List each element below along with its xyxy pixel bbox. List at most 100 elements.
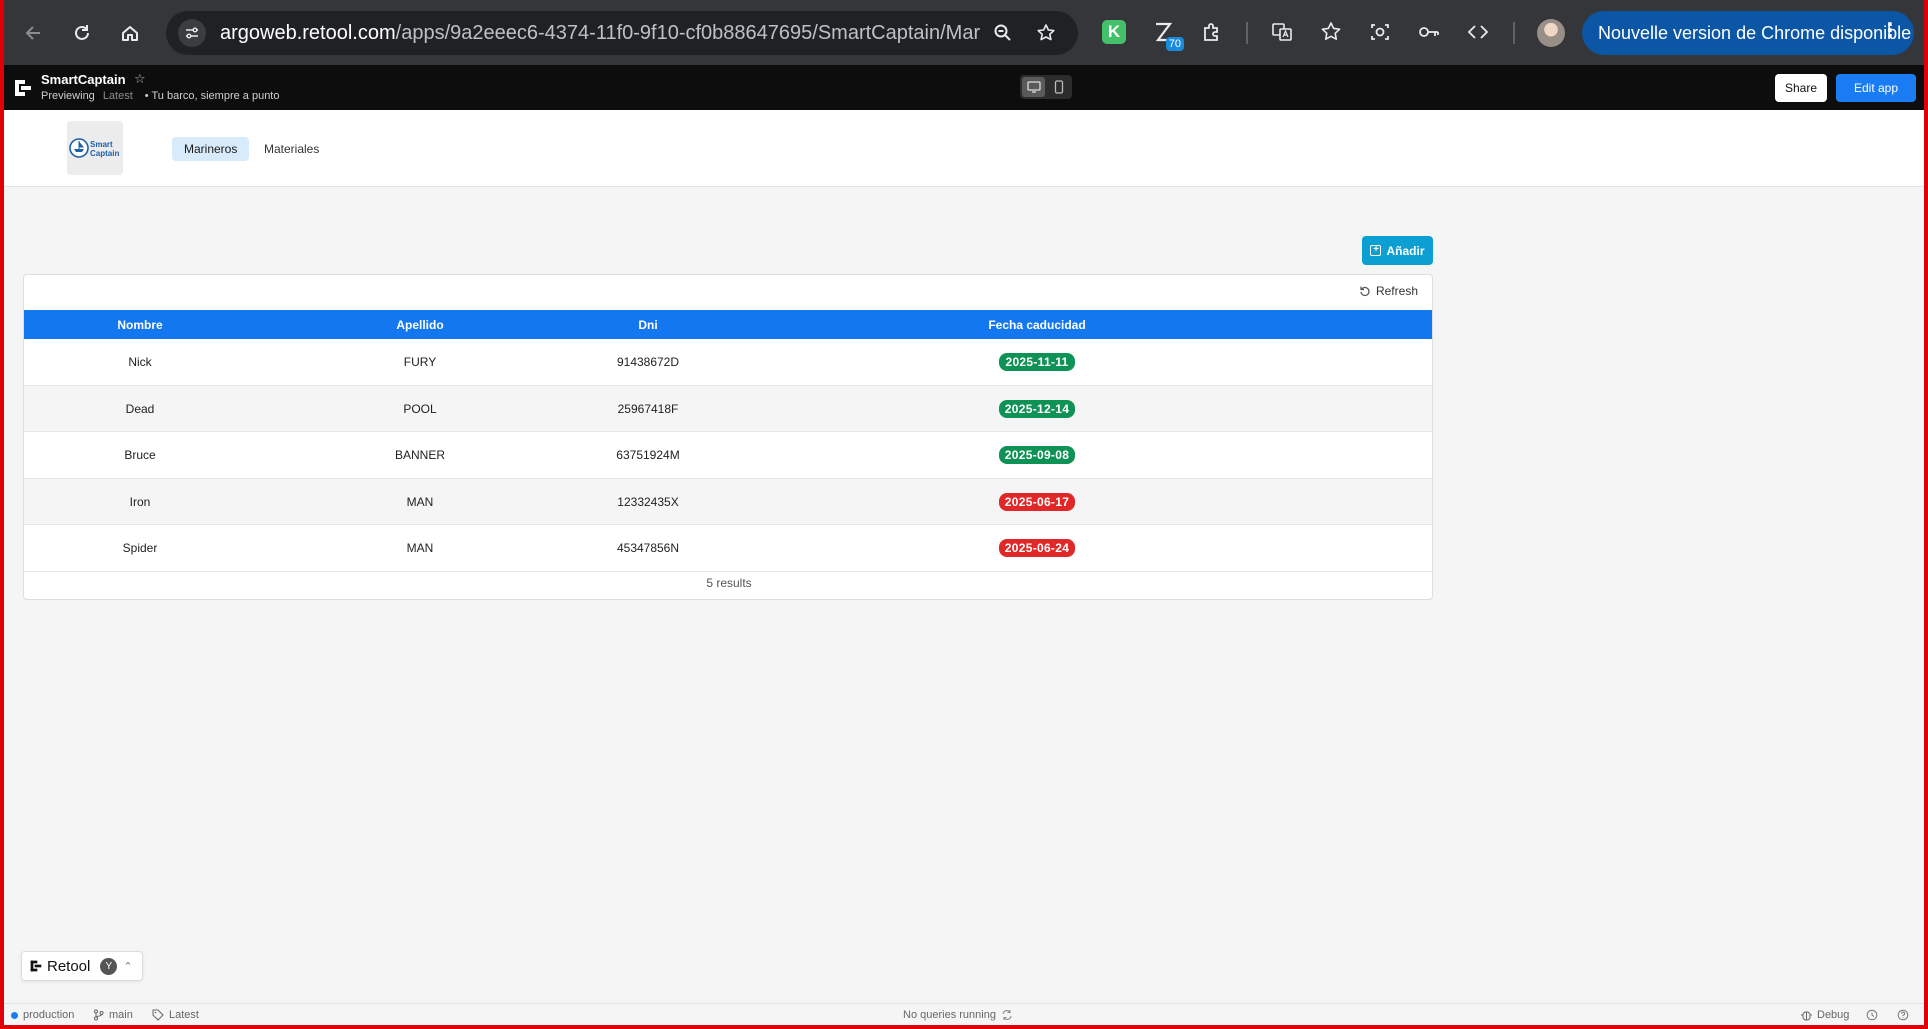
profile-avatar[interactable] bbox=[1537, 19, 1565, 47]
browser-toolbar: argoweb.retool.com/apps/9a2eeec6-4374-11… bbox=[0, 0, 1928, 65]
add-button-label: Añadir bbox=[1386, 243, 1425, 258]
cell-nombre[interactable]: Spider bbox=[24, 525, 256, 571]
edit-app-button[interactable]: Edit app bbox=[1836, 74, 1916, 102]
app-tagline: • Tu barco, siempre a punto bbox=[144, 90, 280, 102]
version-indicator[interactable]: Latest bbox=[152, 1009, 199, 1021]
table-row[interactable]: Nick FURY 91438672D 2025-11-11 bbox=[24, 339, 1432, 386]
cell-apellido[interactable]: POOL bbox=[256, 386, 584, 432]
tab-marineros[interactable]: Marineros bbox=[172, 137, 250, 161]
cell-apellido[interactable]: MAN bbox=[256, 479, 584, 525]
column-header-fecha-caducidad[interactable]: Fecha caducidad bbox=[712, 310, 1362, 339]
environment-dot-icon bbox=[11, 1011, 18, 1019]
password-key-icon[interactable] bbox=[1412, 15, 1446, 49]
status-bar: production main Latest No queries runnin… bbox=[0, 1003, 1928, 1027]
chevron-up-icon[interactable]: ⌃ bbox=[123, 960, 132, 973]
expiry-date-tag: 2025-09-08 bbox=[998, 446, 1076, 465]
queries-status-label: No queries running bbox=[903, 1009, 996, 1021]
retool-widget[interactable]: Retool Y ⌃ bbox=[21, 951, 143, 981]
column-header-nombre[interactable]: Nombre bbox=[24, 310, 256, 339]
more-vertical-icon[interactable]: ⋮ bbox=[1880, 21, 1900, 41]
share-button[interactable]: Share bbox=[1775, 74, 1827, 102]
environment-indicator[interactable]: production bbox=[11, 1009, 74, 1021]
cell-fecha-caducidad[interactable]: 2025-09-08 bbox=[712, 432, 1362, 478]
expiry-date-tag: 2025-12-14 bbox=[998, 399, 1076, 418]
cell-dni[interactable]: 25967418F bbox=[584, 386, 712, 432]
cell-nombre[interactable]: Iron bbox=[24, 479, 256, 525]
branch-indicator[interactable]: main bbox=[93, 1009, 133, 1021]
bookmark-star-icon[interactable] bbox=[1032, 19, 1060, 47]
table-row[interactable]: Spider MAN 45347856N 2025-06-24 bbox=[24, 525, 1432, 572]
reading-list-star-icon[interactable] bbox=[1314, 15, 1348, 49]
cell-nombre[interactable]: Dead bbox=[24, 386, 256, 432]
tab-materiales[interactable]: Materiales bbox=[252, 137, 331, 161]
retool-header: SmartCaptain ☆ Previewing Latest • Tu barc… bbox=[0, 65, 1928, 110]
svg-text:Captain: Captain bbox=[90, 149, 119, 158]
cell-fecha-caducidad[interactable]: 2025-12-14 bbox=[712, 386, 1362, 432]
app-name[interactable]: SmartCaptain bbox=[41, 72, 126, 87]
preview-mode-label: Previewing bbox=[41, 90, 95, 102]
screenshot-icon[interactable] bbox=[1363, 15, 1397, 49]
add-button[interactable]: + Añadir bbox=[1362, 236, 1433, 265]
retool-logo-icon[interactable] bbox=[14, 79, 32, 97]
history-icon[interactable] bbox=[1866, 1009, 1878, 1021]
toolbar-separator bbox=[1246, 22, 1248, 44]
retool-widget-label: Retool bbox=[47, 957, 91, 975]
cell-dni[interactable]: 63751924M bbox=[584, 432, 712, 478]
debug-button[interactable]: Debug bbox=[1801, 1009, 1849, 1021]
cell-fecha-caducidad[interactable]: 2025-11-11 bbox=[712, 339, 1362, 385]
cell-dni[interactable]: 45347856N bbox=[584, 525, 712, 571]
desktop-view-icon[interactable] bbox=[1022, 77, 1045, 97]
chrome-update-button[interactable]: Nouvelle version de Chrome disponible ⋮ bbox=[1582, 11, 1914, 55]
extension-k-icon[interactable]: K bbox=[1097, 15, 1131, 49]
cell-fecha-caducidad[interactable]: 2025-06-24 bbox=[712, 525, 1362, 571]
zoom-icon[interactable] bbox=[989, 19, 1017, 47]
expiry-date-tag: 2025-11-11 bbox=[999, 353, 1075, 371]
cell-fecha-caducidad[interactable]: 2025-06-17 bbox=[712, 479, 1362, 525]
address-bar[interactable]: argoweb.retool.com/apps/9a2eeec6-4374-11… bbox=[166, 11, 1078, 55]
table-row[interactable]: Dead POOL 25967418F 2025-12-14 bbox=[24, 385, 1432, 433]
version-label[interactable]: Latest bbox=[103, 90, 133, 102]
svg-text:Smart: Smart bbox=[90, 140, 113, 149]
translate-icon[interactable] bbox=[1265, 15, 1299, 49]
column-header-dni[interactable]: Dni bbox=[584, 310, 712, 339]
cell-dni[interactable]: 91438672D bbox=[584, 339, 712, 385]
extensions-puzzle-icon[interactable] bbox=[1195, 15, 1229, 49]
table-row[interactable]: Bruce BANNER 63751924M 2025-09-08 bbox=[24, 432, 1432, 479]
toolbar-separator bbox=[1513, 22, 1515, 44]
devtools-code-icon[interactable] bbox=[1461, 15, 1495, 49]
table-body: Nick FURY 91438672D 2025-11-11 Dead POOL 25967… bbox=[24, 339, 1432, 572]
url-text: argoweb.retool.com/apps/9a2eeec6-4374-11… bbox=[220, 21, 980, 44]
site-settings-icon[interactable] bbox=[178, 19, 206, 47]
cell-apellido[interactable]: MAN bbox=[256, 525, 584, 571]
favorite-star-icon[interactable]: ☆ bbox=[134, 71, 146, 87]
refresh-icon bbox=[1360, 286, 1370, 297]
cell-nombre[interactable]: Bruce bbox=[24, 432, 256, 478]
cell-nombre[interactable]: Nick bbox=[24, 339, 256, 385]
help-icon[interactable] bbox=[1897, 1009, 1909, 1021]
git-branch-icon bbox=[94, 1009, 104, 1021]
table-row[interactable]: Iron MAN 12332435X 2025-06-17 bbox=[24, 478, 1432, 526]
home-icon[interactable] bbox=[112, 15, 148, 51]
app-navigation: Smart Captain Marineros Materiales bbox=[4, 110, 1924, 187]
cell-apellido[interactable]: BANNER bbox=[256, 432, 584, 478]
expiry-date-tag: 2025-06-24 bbox=[998, 539, 1076, 558]
plus-square-icon: + bbox=[1370, 245, 1382, 256]
column-header-apellido[interactable]: Apellido bbox=[256, 310, 584, 339]
extension-z-icon[interactable]: 70 bbox=[1146, 15, 1184, 51]
cell-apellido[interactable]: FURY bbox=[256, 339, 584, 385]
app-status: Previewing Latest • Tu barco, siempre a pu… bbox=[41, 90, 279, 102]
expiry-date-tag: 2025-06-17 bbox=[998, 492, 1076, 511]
refresh-label: Refresh bbox=[1375, 284, 1418, 298]
back-arrow-icon[interactable] bbox=[16, 15, 52, 51]
extension-badge: 70 bbox=[1165, 37, 1184, 51]
cell-dni[interactable]: 12332435X bbox=[584, 479, 712, 525]
retool-logo-icon bbox=[30, 960, 42, 972]
environment-label: production bbox=[23, 1009, 75, 1021]
smartcaptain-logo: Smart Captain bbox=[67, 121, 123, 175]
sync-icon bbox=[1002, 1010, 1012, 1020]
device-toggle bbox=[1020, 75, 1072, 99]
mobile-view-icon[interactable] bbox=[1047, 77, 1070, 97]
refresh-button[interactable]: Refresh bbox=[1359, 284, 1418, 298]
user-avatar[interactable]: Y bbox=[100, 957, 118, 975]
reload-icon[interactable] bbox=[64, 15, 100, 51]
